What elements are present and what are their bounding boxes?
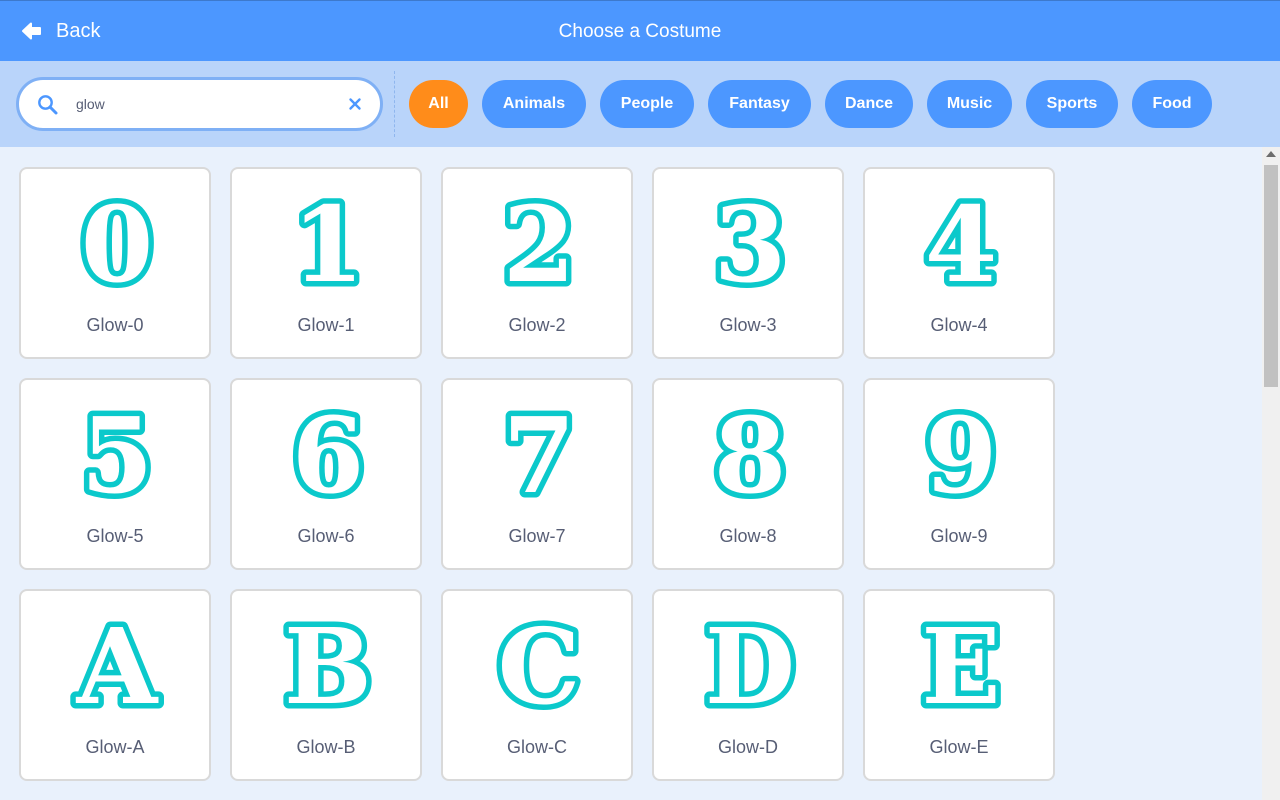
- costume-glyph: C: [498, 605, 581, 725]
- costume-name: Glow-5: [86, 526, 144, 546]
- costume-card[interactable]: A Glow-A: [19, 589, 211, 781]
- tag-people[interactable]: People: [600, 80, 694, 128]
- costume-thumbnail-icon: 3: [708, 183, 791, 303]
- costume-card[interactable]: 7 Glow-7: [441, 378, 633, 570]
- costume-card[interactable]: 1 Glow-1: [230, 167, 422, 359]
- costume-name: Glow-1: [297, 315, 355, 335]
- costume-card[interactable]: 2 Glow-2: [441, 167, 633, 359]
- costume-glyph: 0: [81, 183, 153, 303]
- costume-glyph: 8: [714, 394, 786, 514]
- page-title: Choose a Costume: [558, 21, 722, 42]
- costume-card[interactable]: E Glow-E: [863, 589, 1055, 781]
- costume-name: Glow-7: [508, 526, 566, 546]
- costume-thumbnail-icon: 0: [75, 183, 158, 303]
- costume-glyph: A: [76, 605, 159, 725]
- tag-all[interactable]: All: [409, 80, 468, 128]
- costume-thumbnail-icon: C: [492, 605, 586, 725]
- scroll-up-arrow-icon[interactable]: [1266, 151, 1276, 157]
- tag-fantasy[interactable]: Fantasy: [708, 80, 811, 128]
- costume-name: Glow-8: [719, 526, 777, 546]
- costume-glyph: 5: [81, 394, 153, 514]
- costume-thumbnail-icon: 5: [75, 394, 158, 514]
- costume-thumbnail-icon: 4: [919, 183, 1002, 303]
- costume-name: Glow-B: [296, 737, 356, 757]
- filter-bar: All Animals People Fantasy Dance Music S…: [0, 61, 1280, 147]
- modal-header: Back Choose a Costume: [0, 0, 1280, 61]
- costume-thumbnail-icon: 8: [708, 394, 791, 514]
- costume-thumbnail-icon: 6: [286, 394, 369, 514]
- costume-thumbnail-icon: E: [916, 605, 1006, 725]
- costume-name: Glow-E: [929, 737, 989, 757]
- scrollbar[interactable]: [1262, 147, 1280, 800]
- costume-thumbnail-icon: 9: [919, 394, 1002, 514]
- costume-card[interactable]: 4 Glow-4: [863, 167, 1055, 359]
- costume-name: Glow-3: [719, 315, 777, 335]
- costume-card[interactable]: C Glow-C: [441, 589, 633, 781]
- tag-dance[interactable]: Dance: [825, 80, 913, 128]
- costume-card[interactable]: B Glow-B: [230, 589, 422, 781]
- costume-thumbnail-icon: B: [279, 605, 378, 725]
- tag-food[interactable]: Food: [1132, 80, 1212, 128]
- costume-card[interactable]: 8 Glow-8: [652, 378, 844, 570]
- filter-divider: [394, 71, 395, 137]
- costume-glyph: D: [705, 605, 795, 725]
- tag-sports[interactable]: Sports: [1026, 80, 1118, 128]
- costume-glyph: B: [284, 605, 372, 725]
- costume-glyph: 7: [503, 394, 575, 514]
- scrollbar-thumb[interactable]: [1264, 165, 1278, 387]
- costume-thumbnail-icon: 7: [497, 394, 580, 514]
- costume-glyph: 9: [925, 394, 997, 514]
- costume-glyph: 2: [503, 183, 575, 303]
- tag-list: All Animals People Fantasy Dance Music S…: [409, 80, 1226, 128]
- search-box[interactable]: [16, 77, 383, 131]
- costume-name: Glow-C: [506, 737, 567, 757]
- costume-thumbnail-icon: 1: [286, 183, 369, 303]
- costume-glyph: E: [921, 605, 1000, 725]
- costume-card[interactable]: 5 Glow-5: [19, 378, 211, 570]
- costume-card[interactable]: D Glow-D: [652, 589, 844, 781]
- costume-name: Glow-D: [717, 737, 778, 757]
- costume-glyph: 4: [925, 183, 997, 303]
- tag-music[interactable]: Music: [927, 80, 1012, 128]
- tag-animals[interactable]: Animals: [482, 80, 586, 128]
- clear-search-icon[interactable]: [346, 95, 364, 113]
- costume-card[interactable]: 6 Glow-6: [230, 378, 422, 570]
- costume-name: Glow-6: [297, 526, 355, 546]
- costume-glyph: 6: [292, 394, 364, 514]
- costume-name: Glow-2: [508, 315, 566, 335]
- costume-name: Glow-9: [930, 526, 988, 546]
- costume-name: Glow-0: [86, 315, 144, 335]
- costume-card[interactable]: 9 Glow-9: [863, 378, 1055, 570]
- costume-thumbnail-icon: D: [699, 605, 800, 725]
- search-icon: [38, 95, 58, 115]
- costume-thumbnail-icon: A: [70, 605, 164, 725]
- costume-glyph: 1: [292, 183, 364, 303]
- search-input[interactable]: [76, 93, 326, 115]
- costume-card[interactable]: 3 Glow-3: [652, 167, 844, 359]
- costume-name: Glow-A: [85, 737, 145, 757]
- costume-card[interactable]: 0 Glow-0: [19, 167, 211, 359]
- costume-glyph: 3: [714, 183, 786, 303]
- costume-thumbnail-icon: 2: [497, 183, 580, 303]
- costume-name: Glow-4: [930, 315, 988, 335]
